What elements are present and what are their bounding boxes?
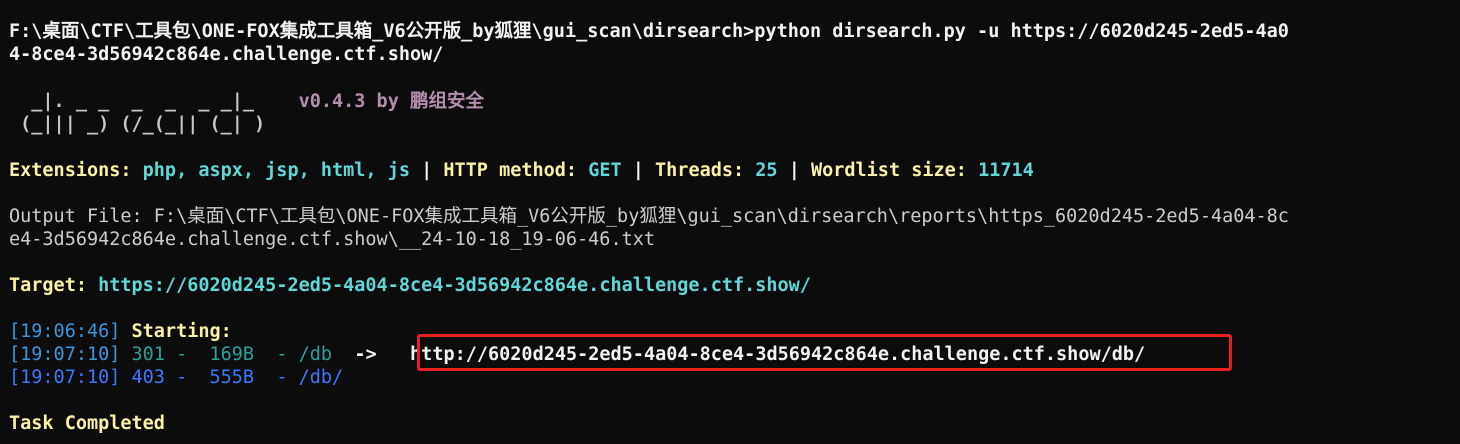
result-status: 403 [131,367,165,388]
banner-art-line-1: _|. _ _ _ _ _ _|_ v0.4.3 by 鹏组安全 [9,90,484,113]
separator: | [409,160,444,181]
target-label: Target: [9,275,99,296]
threads-value: 25 [755,160,778,181]
target-url: https://6020d245-2ed5-4a04-8ce4-3d56942c… [98,275,811,296]
wordlist-label: Wordlist size: [810,160,979,181]
wordlist-value: 11714 [978,160,1034,181]
output-file-line-2: e4-3d56942c864e.challenge.ctf.show\__24-… [9,229,656,250]
extensions-label: Extensions: [9,160,143,181]
terminal-window[interactable]: F:\桌面\CTF\工具包\ONE-FOX集成工具箱_V6公开版_by狐狸\gu… [0,0,1460,444]
starting-label: Starting: [120,321,243,342]
task-completed: Task Completed [9,413,165,434]
result-size: 555B [209,367,255,388]
result-status: 301 [131,344,165,365]
target-line: Target: https://6020d245-2ed5-4a04-8ce4-… [9,274,811,297]
result-row: [19:07:10] 403 - 555B - /db/ [9,367,344,388]
result-path: /db [298,344,333,365]
result-size: 169B [209,344,255,365]
redirect-arrow: -> [332,344,388,365]
output-file-line-1: Output File: F:\桌面\CTF\工具包\ONE-FOX集成工具箱_… [9,206,1289,227]
http-method-label: HTTP method: [443,160,589,181]
banner-art-line-2: (_||| _) (/_(_|| (_| ) [9,114,299,135]
http-method-value: GET [588,160,622,181]
threads-label: Threads: [655,160,756,181]
separator: | [777,160,811,181]
start-timestamp: [19:06:46] [9,321,121,342]
result-time: [19:07:10] [9,344,121,365]
result-time: [19:07:10] [9,367,121,388]
command-line-1: F:\桌面\CTF\工具包\ONE-FOX集成工具箱_V6公开版_by狐狸\gu… [9,21,1289,42]
separator: | [621,160,656,181]
result-path: /db/ [298,367,344,388]
extensions-value: php, aspx, jsp, html, js [142,160,410,181]
banner-version: v0.4.3 by 鹏组安全 [298,91,484,112]
redirect-highlight-box [417,334,1232,371]
config-line: Extensions: php, aspx, jsp, html, js | H… [9,159,1034,182]
command-line-2: 4-8ce4-3d56942c864e.challenge.ctf.show/ [9,44,444,65]
starting-line: [19:06:46] Starting: [9,320,243,343]
banner-art-1: _|. _ _ _ _ _ _|_ [9,91,299,112]
